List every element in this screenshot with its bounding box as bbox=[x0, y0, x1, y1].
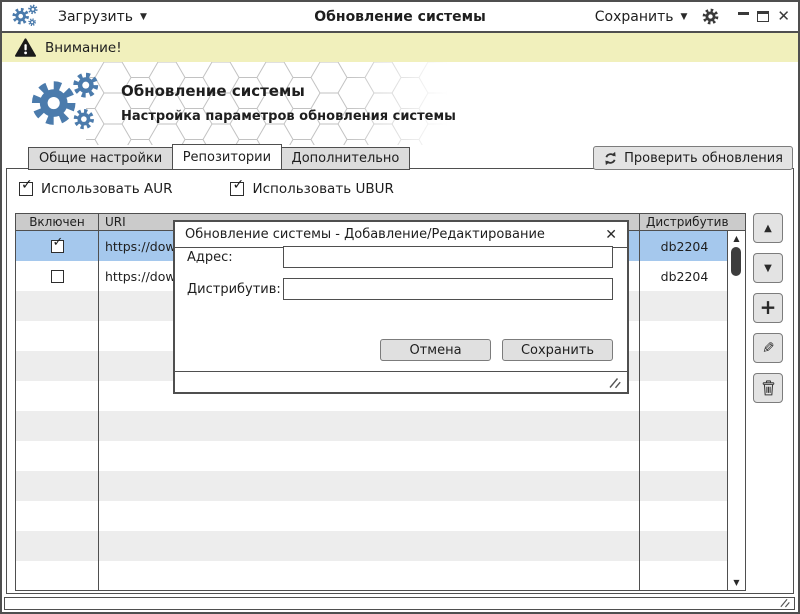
add-repository-button[interactable]: + bbox=[753, 293, 783, 323]
edit-repository-dialog: Обновление системы - Добавление/Редактир… bbox=[173, 220, 629, 394]
trash-icon bbox=[762, 380, 775, 396]
address-label: Адрес: bbox=[187, 250, 233, 265]
resize-grip-icon[interactable] bbox=[608, 377, 622, 389]
chevron-down-icon: ▼ bbox=[681, 12, 688, 22]
use-aur-option: ✓ Использовать AUR bbox=[19, 181, 172, 197]
dialog-footer bbox=[175, 371, 627, 392]
warning-text: Внимание! bbox=[45, 40, 122, 56]
page-header: Обновление системы Настройка параметров … bbox=[2, 62, 798, 145]
dialog-close-icon[interactable]: ✕ bbox=[605, 227, 617, 243]
down-arrow-icon: ▼ bbox=[764, 263, 772, 274]
empty-table-row[interactable] bbox=[16, 411, 729, 441]
tab-label: Общие настройки bbox=[39, 151, 162, 166]
save-menu[interactable]: Сохранить ▼ bbox=[595, 9, 688, 25]
pencil-icon: ✎ bbox=[762, 339, 775, 357]
check-updates-label: Проверить обновления bbox=[624, 151, 783, 166]
use-aur-label: Использовать AUR bbox=[41, 181, 172, 197]
tab-bar: Общие настройки Репозитории Дополнительн… bbox=[28, 144, 410, 170]
empty-table-row[interactable] bbox=[16, 471, 729, 501]
delete-repository-button[interactable] bbox=[753, 373, 783, 403]
app-logo-gears-icon bbox=[10, 4, 40, 29]
tab-advanced[interactable]: Дополнительно bbox=[281, 147, 411, 170]
use-ubur-checkbox[interactable]: ✓ bbox=[230, 182, 244, 196]
plus-icon: + bbox=[760, 295, 777, 319]
use-ubur-label: Использовать UBUR bbox=[252, 181, 393, 197]
check-icon: ✓ bbox=[232, 177, 244, 193]
chevron-down-icon: ▼ bbox=[140, 12, 147, 22]
tab-general-settings[interactable]: Общие настройки bbox=[28, 147, 173, 170]
column-header-distro: Дистрибутив bbox=[640, 214, 744, 230]
row-distro: db2204 bbox=[640, 261, 729, 291]
window-resize-grip-icon[interactable] bbox=[779, 598, 791, 608]
tab-label: Дополнительно bbox=[292, 151, 400, 166]
up-arrow-icon: ▲ bbox=[764, 223, 772, 234]
page-title: Обновление системы bbox=[121, 82, 305, 100]
warning-triangle-icon bbox=[15, 38, 36, 58]
check-updates-button[interactable]: Проверить обновления bbox=[593, 146, 793, 170]
address-input[interactable] bbox=[283, 246, 613, 268]
distro-label: Дистрибутив: bbox=[187, 282, 281, 297]
edit-repository-button[interactable]: ✎ bbox=[753, 333, 783, 363]
header-gears-icon bbox=[24, 71, 106, 137]
check-icon: ✓ bbox=[21, 177, 33, 193]
title-bar: Загрузить ▼ Обновление системы Сохранить… bbox=[2, 2, 798, 33]
move-down-button[interactable]: ▼ bbox=[753, 253, 783, 283]
save-menu-label: Сохранить bbox=[595, 9, 674, 25]
column-header-enabled: Включен bbox=[16, 214, 99, 230]
settings-gear-icon[interactable] bbox=[701, 7, 720, 26]
minimize-button[interactable] bbox=[738, 12, 749, 15]
empty-table-row[interactable] bbox=[16, 531, 729, 561]
scroll-down-icon[interactable]: ▼ bbox=[728, 579, 745, 587]
refresh-icon bbox=[603, 151, 618, 166]
use-aur-checkbox[interactable]: ✓ bbox=[19, 182, 33, 196]
warning-banner: Внимание! bbox=[2, 33, 798, 62]
save-button[interactable]: Сохранить bbox=[502, 339, 613, 361]
table-vertical-scrollbar[interactable]: ▲ ▼ bbox=[727, 231, 745, 590]
scrollbar-thumb[interactable] bbox=[731, 247, 741, 276]
cancel-button[interactable]: Отмена bbox=[380, 339, 491, 361]
tab-repositories[interactable]: Репозитории bbox=[172, 144, 282, 170]
dialog-title: Обновление системы - Добавление/Редактир… bbox=[185, 227, 605, 242]
use-ubur-option: ✓ Использовать UBUR bbox=[230, 181, 393, 197]
load-menu[interactable]: Загрузить ▼ bbox=[58, 9, 147, 25]
tab-label: Репозитории bbox=[183, 150, 271, 165]
empty-table-row[interactable] bbox=[16, 561, 729, 590]
row-enabled-checkbox[interactable] bbox=[51, 270, 64, 283]
distro-input[interactable] bbox=[283, 278, 613, 300]
app-window: Загрузить ▼ Обновление системы Сохранить… bbox=[0, 0, 800, 614]
status-bar bbox=[4, 597, 795, 610]
maximize-button[interactable] bbox=[757, 11, 769, 22]
empty-table-row[interactable] bbox=[16, 441, 729, 471]
scroll-up-icon[interactable]: ▲ bbox=[728, 235, 745, 243]
close-window-button[interactable]: ✕ bbox=[777, 9, 790, 24]
move-up-button[interactable]: ▲ bbox=[753, 213, 783, 243]
row-distro: db2204 bbox=[640, 231, 729, 261]
page-subtitle: Настройка параметров обновления системы bbox=[121, 109, 456, 124]
load-menu-label: Загрузить bbox=[58, 9, 133, 25]
row-enabled-checkbox[interactable]: ✓ bbox=[51, 240, 64, 253]
dialog-title-bar: Обновление системы - Добавление/Редактир… bbox=[175, 222, 627, 248]
hexagon-pattern bbox=[86, 62, 448, 145]
check-icon: ✓ bbox=[53, 235, 64, 250]
empty-table-row[interactable] bbox=[16, 501, 729, 531]
